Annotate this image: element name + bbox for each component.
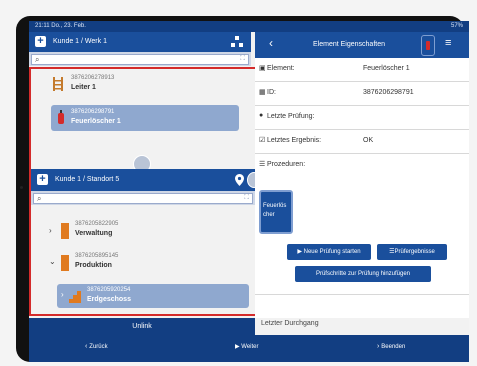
property-key: Element: [267,65,295,72]
item-code: 3876206278913 [71,75,115,81]
item-name: Erdgeschoss [87,296,131,303]
property-value: OK [363,137,374,144]
properties-panel: ▣ Element: Feuerlöscher 1 ▦ ID: 38762062… [255,58,469,318]
property-row: ▦ ID: 3876206298791 [255,82,469,106]
building-icon [61,223,69,239]
back-arrow-icon[interactable]: ‹ [269,36,273,50]
chevron-right-icon[interactable]: › [61,290,64,299]
extinguisher-filter-button[interactable] [421,35,435,56]
tablet-screen: 21:11 Do., 23. Feb. 57% + Kunde 1 / Werk… [29,21,469,362]
item-code: 3876205920254 [87,287,131,293]
status-bar: 21:11 Do., 23. Feb. 57% [29,21,469,32]
status-time: 21:11 Do., 23. Feb. [35,23,86,29]
end-button[interactable]: › Beenden [377,343,405,350]
new-check-button[interactable]: ▶ Neue Prüfung starten [287,244,371,260]
property-key: Letzte Prüfung: [267,113,315,120]
property-row: ☰ Prozeduren: [255,154,469,177]
inspection-icon: ● [259,112,264,119]
fit-icon[interactable]: ⛶ [244,194,249,202]
new-check-label: Neue Prüfung starten [303,249,361,255]
item-name: Leiter 1 [71,84,96,91]
list-item[interactable]: 3876206278913 Leiter 1 [51,75,231,97]
property-row: ▣ Element: Feuerlöscher 1 [255,58,469,82]
tree-node-selected[interactable]: › 3876205920254 Erdgeschoss [57,284,249,308]
property-key: ID: [267,89,276,96]
battery-level: 57% [450,23,463,29]
item-code: 3876206298791 [71,109,115,115]
top-location-header: + Kunde 1 / Werk 1 [29,32,251,52]
bottom-search-input[interactable]: ⌕ ⛶ [33,193,253,204]
menu-icon[interactable]: ≡ [445,37,451,49]
next-label: Weiter [241,344,259,350]
property-value: 3876206298791 [363,89,414,96]
properties-header: ‹ Element Eigenschaften ≡ [255,32,469,58]
item-name: Produktion [75,262,112,269]
back-label: Zurück [89,344,108,350]
ladder-icon [53,77,63,91]
item-name: Feuerlöscher 1 [71,118,121,125]
item-name: Verwaltung [75,230,113,237]
search-icon: ⌕ [37,194,42,203]
properties-title: Element Eigenschaften [313,41,385,48]
element-icon: ▣ [259,65,266,72]
list-icon: ☰ [259,161,266,168]
procedure-tile[interactable]: Feuerlöscher [259,190,293,234]
building-icon [61,255,69,271]
top-search-row: ⌕ ⛶ [29,52,251,66]
search-icon: ⌕ [35,55,40,64]
divider [255,294,469,295]
property-row: ☑ Letztes Ergebnis: OK [255,130,469,154]
add-icon[interactable]: + [35,36,46,47]
id-icon: ▦ [259,89,266,96]
results-button[interactable]: ☰Prüfergebnisse [377,244,447,260]
property-key: Letztes Ergebnis: [267,137,322,144]
unlink-label: Unlink [132,323,152,330]
add-steps-button[interactable]: Prüfschritte zur Prüfung hinzufügen [295,266,431,282]
chevron-right-icon[interactable]: › [49,226,52,235]
top-search-input[interactable]: ⌕ ⛶ [31,54,249,65]
chevron-down-icon[interactable]: ⌄ [49,257,56,266]
item-code: 3876205822905 [75,221,119,227]
results-label: Prüfergebnisse [394,249,435,255]
unlink-button[interactable]: Unlink [29,318,255,335]
camera-dot [20,186,23,189]
tree-node[interactable]: › 3876205822905 Verwaltung [49,221,239,243]
next-button[interactable]: ▶ Weiter [235,343,259,350]
bottom-location-header: + Kunde 1 / Standort 5 [31,169,255,191]
top-location-title: Kunde 1 / Werk 1 [53,38,107,45]
bottom-search-row: ⌕ ⛶ [31,191,255,205]
tree-node[interactable]: ⌄ 3876205895145 Produktion [49,253,239,275]
stairs-icon [69,291,81,303]
property-value: Feuerlöscher 1 [363,65,410,72]
item-code: 3876205895145 [75,253,119,259]
last-run-label: Letzter Durchgang [261,320,319,327]
checkbox-icon: ☑ [259,137,266,144]
back-button[interactable]: ‹ Zurück [85,343,108,350]
footer-nav: ‹ Zurück ▶ Weiter › Beenden [29,335,469,362]
property-row: ● Letzte Prüfung: [255,106,469,130]
end-label: Beenden [381,344,406,350]
fire-extinguisher-icon [426,41,430,50]
add-icon[interactable]: + [37,174,48,185]
fit-icon[interactable]: ⛶ [240,55,245,63]
list-item-selected[interactable]: 3876206298791 Feuerlöscher 1 [51,105,239,131]
add-steps-label: Prüfschritte zur Prüfung hinzufügen [315,271,411,277]
fire-extinguisher-icon [58,110,64,124]
hierarchy-icon[interactable] [231,36,243,48]
procedure-tile-label: Feuerlöscher [263,203,287,218]
property-key: Prozeduren: [267,161,306,168]
bottom-location-title: Kunde 1 / Standort 5 [55,176,120,183]
location-pin-icon[interactable] [235,174,244,186]
